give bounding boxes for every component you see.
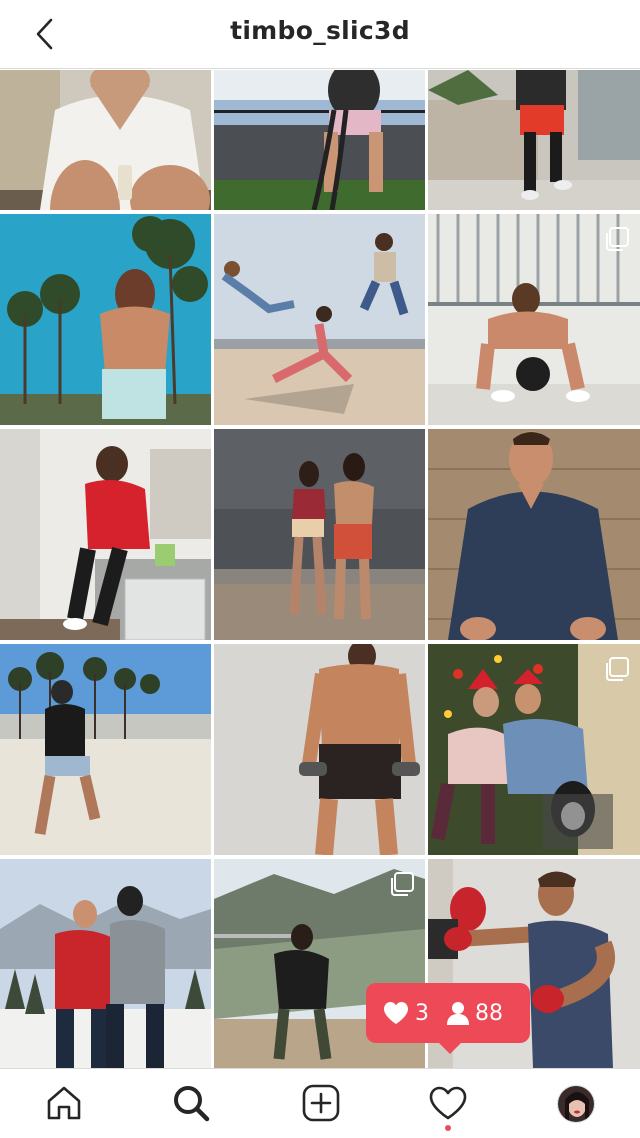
bottom-tab-bar	[0, 1068, 640, 1138]
posts-grid	[0, 70, 640, 1068]
post-thumbnail[interactable]	[0, 859, 211, 1068]
top-header: timbo_slic3d	[0, 0, 640, 69]
post-thumbnail[interactable]	[0, 70, 211, 210]
search-icon	[174, 1086, 210, 1122]
post-thumbnail[interactable]	[428, 70, 640, 210]
post-thumbnail[interactable]	[214, 644, 425, 855]
person-icon	[447, 1002, 469, 1025]
profile-avatar[interactable]	[557, 1085, 595, 1123]
tab-search[interactable]	[171, 1083, 211, 1123]
heart-icon	[429, 1086, 467, 1120]
tab-home[interactable]	[44, 1083, 84, 1123]
activity-notification-bubble[interactable]: 3 88	[366, 983, 530, 1054]
multiple-photos-icon	[606, 227, 629, 251]
post-thumbnail[interactable]	[428, 214, 640, 425]
tab-activity[interactable]	[428, 1083, 468, 1123]
likes-count-group: 3	[383, 1001, 429, 1026]
follows-count-group: 88	[447, 1001, 503, 1026]
likes-count: 3	[415, 1000, 429, 1026]
post-thumbnail[interactable]	[428, 644, 640, 855]
post-thumbnail[interactable]	[0, 429, 211, 640]
multiple-photos-icon	[391, 872, 414, 896]
activity-indicator-dot	[445, 1125, 451, 1131]
post-thumbnail[interactable]	[0, 644, 211, 855]
post-thumbnail[interactable]	[0, 214, 211, 425]
profile-username-title: timbo_slic3d	[230, 16, 410, 45]
post-thumbnail[interactable]	[214, 214, 425, 425]
post-thumbnail[interactable]	[214, 70, 425, 210]
multiple-photos-icon	[606, 657, 629, 681]
follows-count: 88	[475, 1000, 503, 1026]
add-post-icon	[302, 1084, 340, 1122]
tab-add-post[interactable]	[301, 1083, 341, 1123]
heart-filled-icon	[384, 1002, 408, 1024]
home-icon	[47, 1086, 81, 1120]
post-thumbnail[interactable]	[214, 429, 425, 640]
post-thumbnail[interactable]	[428, 429, 640, 640]
